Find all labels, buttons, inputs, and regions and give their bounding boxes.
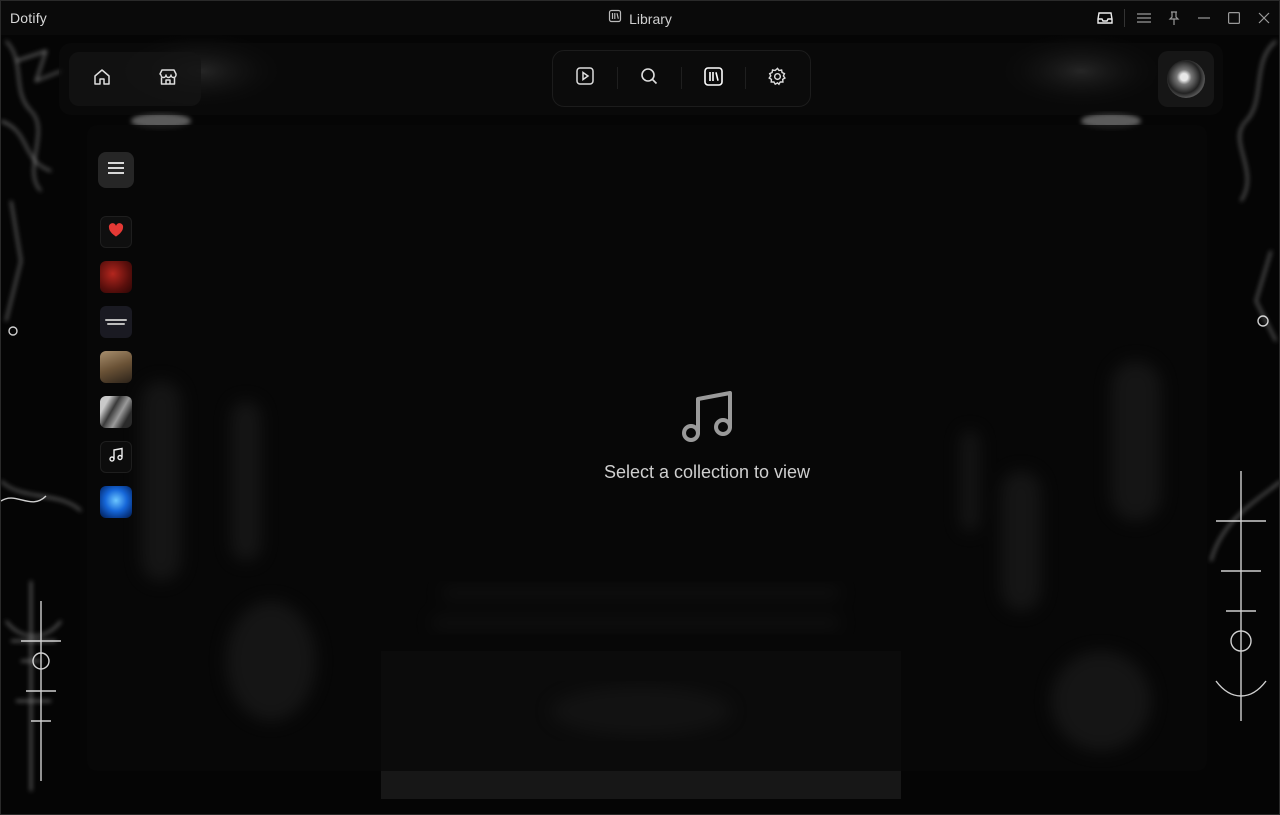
title-bar: Dotify Library [1,1,1279,35]
titlebar-divider [1124,9,1125,27]
nav-player-button[interactable] [553,50,617,107]
inbox-icon[interactable] [1090,1,1120,35]
play-square-icon [576,67,594,90]
nav-search-button[interactable] [617,50,681,107]
library-icon [608,9,622,28]
nav-settings-button[interactable] [745,50,809,107]
collection-sidebar [98,152,134,518]
window-title-text: Library [629,10,672,27]
minimize-icon[interactable] [1189,1,1219,35]
library-panel [87,125,1207,771]
sidebar-menu-button[interactable] [98,152,134,188]
pin-icon[interactable] [1159,1,1189,35]
hamburger-icon [108,161,124,179]
maximize-icon[interactable] [1219,1,1249,35]
close-icon[interactable] [1249,1,1279,35]
top-navigation [59,43,1223,115]
library-icon [703,66,723,91]
collection-cover[interactable] [100,351,132,383]
collection-list [100,216,132,518]
home-icon[interactable] [93,68,111,91]
collection-liked-songs[interactable] [100,216,132,248]
menu-icon[interactable] [1129,1,1159,35]
nav-left-group [69,52,201,106]
nav-library-button[interactable] [681,50,745,107]
profile-button[interactable] [1158,51,1214,107]
collection-playlist[interactable] [100,441,132,473]
nav-center-group [552,50,811,107]
store-icon[interactable] [158,68,178,91]
gear-icon [767,66,787,91]
heart-icon [108,222,124,242]
music-note-icon [108,447,124,468]
window-title: Library [1,9,1279,28]
app-window: Dotify Library Select a collection to vi… [0,0,1280,815]
collection-cover[interactable] [100,261,132,293]
collection-cover[interactable] [100,396,132,428]
collection-cover[interactable] [100,306,132,338]
avatar [1167,60,1205,98]
collection-cover[interactable] [100,486,132,518]
search-icon [640,67,658,90]
